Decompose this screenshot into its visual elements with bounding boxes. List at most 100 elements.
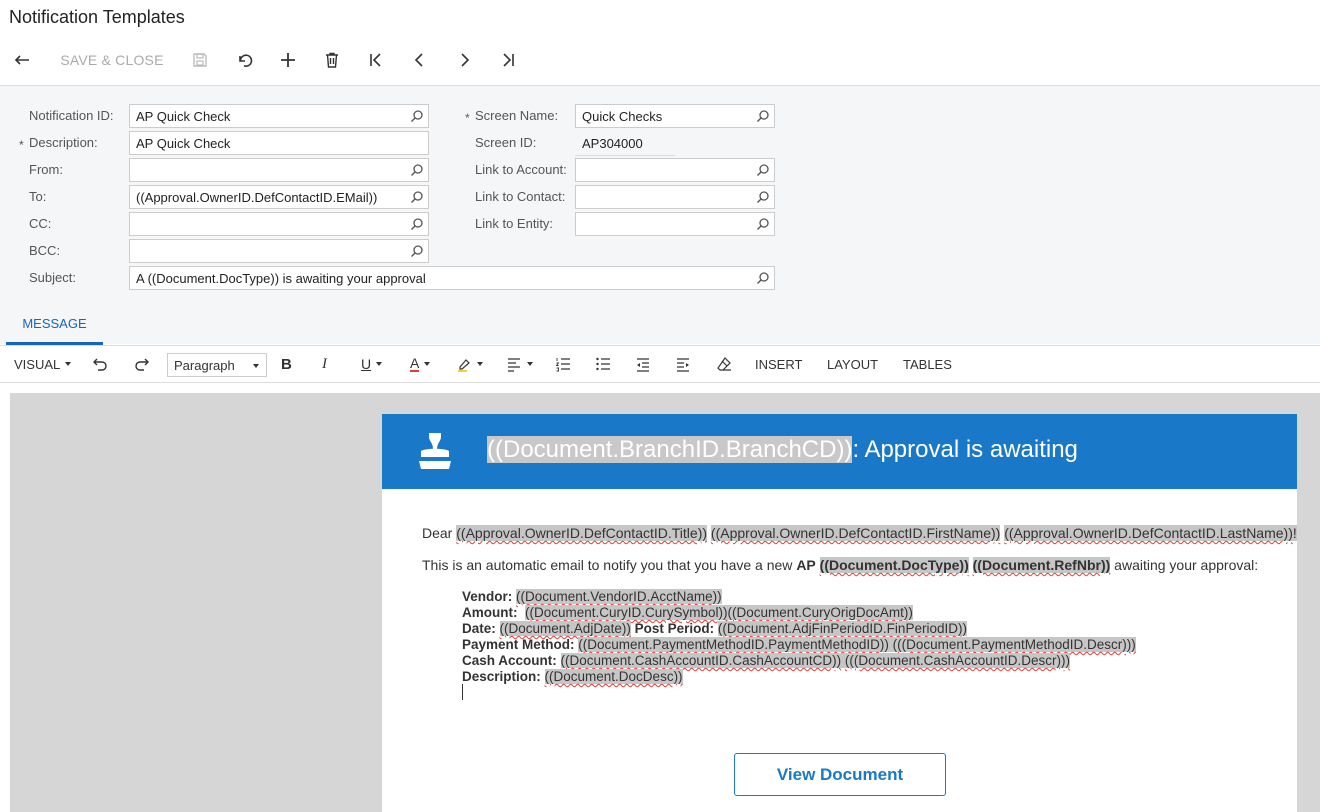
indent-button[interactable]: [675, 346, 691, 382]
undo-icon: [239, 54, 253, 67]
notification-id-field[interactable]: AP Quick Check: [129, 104, 429, 128]
bullet-list-icon: [596, 357, 610, 371]
link-account-field[interactable]: [575, 158, 775, 182]
subject-field[interactable]: A ((Document.DocType)) is awaiting your …: [129, 266, 775, 290]
search-icon[interactable]: [410, 244, 424, 258]
placeholder-vendor-text: ((Document.VendorID.AcctName)): [516, 589, 722, 604]
placeholder-cash-account: ((Document.CashAccountID.CashAccountCD))…: [560, 653, 1070, 668]
description-value: AP Quick Check: [136, 136, 231, 151]
to-field[interactable]: ((Approval.OwnerID.DefContactID.EMail)): [129, 185, 429, 209]
bcc-label: BCC:: [29, 243, 61, 258]
cc-label: CC:: [29, 216, 52, 231]
search-icon[interactable]: [410, 217, 424, 231]
placeholder-amount: ((Document.CuryID.CurySymbol))((Document…: [525, 605, 913, 620]
screen-name-field[interactable]: Quick Checks: [575, 104, 775, 128]
placeholder-title: ((Approval.OwnerID.DefContactID.Title)): [456, 525, 708, 541]
last-record-button[interactable]: [496, 40, 520, 80]
placeholder-period-text: ((Document.AdjFinPeriodID.FinPeriodID)): [717, 621, 967, 636]
link-account-label: Link to Account:: [475, 162, 567, 177]
required-marker: *: [465, 111, 470, 125]
save-close-label: SAVE & CLOSE: [60, 52, 164, 68]
highlight-button[interactable]: [456, 346, 483, 382]
date-label: Date:: [462, 621, 496, 636]
screen-id-value: AP304000: [582, 136, 643, 151]
from-field[interactable]: [129, 158, 429, 182]
view-document-button[interactable]: View Document: [734, 753, 946, 796]
undo-button[interactable]: [232, 40, 256, 80]
payment-method-line: Payment Method: ((Document.PaymentMethod…: [462, 637, 1136, 652]
page-title: Notification Templates: [9, 7, 185, 27]
underline-button[interactable]: U: [361, 346, 383, 382]
first-icon: [370, 53, 381, 67]
screen-id-label: Screen ID:: [475, 135, 537, 150]
period-label: Post Period:: [634, 621, 715, 636]
save-close-button[interactable]: SAVE & CLOSE: [50, 40, 174, 80]
from-label: From:: [29, 162, 63, 177]
highlighter-icon: [458, 359, 470, 372]
amount-label: Amount:: [462, 605, 518, 620]
next-record-button[interactable]: [452, 40, 476, 80]
paragraph-format-select[interactable]: Paragraph: [167, 353, 267, 377]
greeting-text: Dear: [422, 525, 453, 541]
search-icon[interactable]: [756, 190, 770, 204]
description-label: Description:: [29, 135, 98, 150]
font-color-button[interactable]: A: [410, 346, 431, 382]
first-record-button[interactable]: [364, 40, 388, 80]
placeholder-date-text: ((Document.AdjDate)): [499, 621, 631, 636]
bold-button[interactable]: B: [281, 346, 292, 382]
previous-record-button[interactable]: [408, 40, 432, 80]
payment-method-label: Payment Method:: [462, 637, 575, 652]
editor-redo-button[interactable]: [134, 346, 150, 382]
search-icon[interactable]: [410, 109, 424, 123]
paragraph-format-value: Paragraph: [174, 358, 235, 373]
search-icon[interactable]: [410, 163, 424, 177]
link-entity-field[interactable]: [575, 212, 775, 236]
search-icon[interactable]: [756, 217, 770, 231]
trash-icon: [326, 52, 338, 68]
delete-button[interactable]: [320, 40, 344, 80]
placeholder-title-text: ((Approval.OwnerID.DefContactID.Title)): [456, 525, 708, 541]
placeholder-amount-symbol: ((Document.CuryID.CurySymbol)): [525, 605, 728, 620]
visual-mode-dropdown[interactable]: VISUAL: [14, 346, 72, 382]
italic-button[interactable]: I: [322, 346, 327, 382]
bullet-list-button[interactable]: [595, 346, 611, 382]
tables-menu[interactable]: TABLES: [903, 346, 952, 382]
notification-id-value: AP Quick Check: [136, 109, 231, 124]
intro-text: This is an automatic email to notify you…: [422, 557, 793, 573]
numbered-list-icon: [555, 358, 570, 372]
align-button[interactable]: [506, 346, 533, 382]
cc-field[interactable]: [129, 212, 429, 236]
redo-icon: [135, 358, 149, 371]
placeholder-refnbr-text: ((Document.RefNbr)): [972, 557, 1111, 573]
link-contact-field[interactable]: [575, 185, 775, 209]
caret-down-icon: [253, 364, 259, 368]
editor-undo-button[interactable]: [92, 346, 108, 382]
back-button[interactable]: [8, 40, 36, 80]
search-icon[interactable]: [756, 109, 770, 123]
placeholder-doctype-text: ((Document.DocType)): [819, 557, 969, 573]
plus-icon: [281, 53, 295, 67]
tab-message[interactable]: MESSAGE: [6, 305, 103, 345]
insert-menu[interactable]: INSERT: [755, 346, 802, 382]
search-icon[interactable]: [756, 163, 770, 177]
chevron-left-icon: [414, 53, 423, 67]
description-field[interactable]: AP Quick Check: [129, 131, 429, 155]
text-cursor: [462, 684, 463, 700]
placeholder-first-name-text: ((Approval.OwnerID.DefContactID.FirstNam…: [710, 525, 1001, 541]
clear-format-button[interactable]: [716, 346, 732, 382]
placeholder-period: ((Document.AdjFinPeriodID.FinPeriodID)): [717, 621, 967, 636]
caret-down-icon: [424, 362, 431, 366]
layout-menu[interactable]: LAYOUT: [827, 346, 878, 382]
search-icon[interactable]: [756, 271, 770, 285]
undo-icon: [93, 358, 107, 371]
save-button[interactable]: [188, 40, 212, 80]
outdent-button[interactable]: [635, 346, 651, 382]
outdent-icon: [637, 358, 649, 372]
search-icon[interactable]: [410, 190, 424, 204]
indent-icon: [677, 358, 689, 372]
numbered-list-button[interactable]: [555, 346, 571, 382]
placeholder-first-name: ((Approval.OwnerID.DefContactID.FirstNam…: [710, 525, 1001, 541]
chevron-right-icon: [461, 53, 470, 67]
add-button[interactable]: [276, 40, 300, 80]
bcc-field[interactable]: [129, 239, 429, 263]
